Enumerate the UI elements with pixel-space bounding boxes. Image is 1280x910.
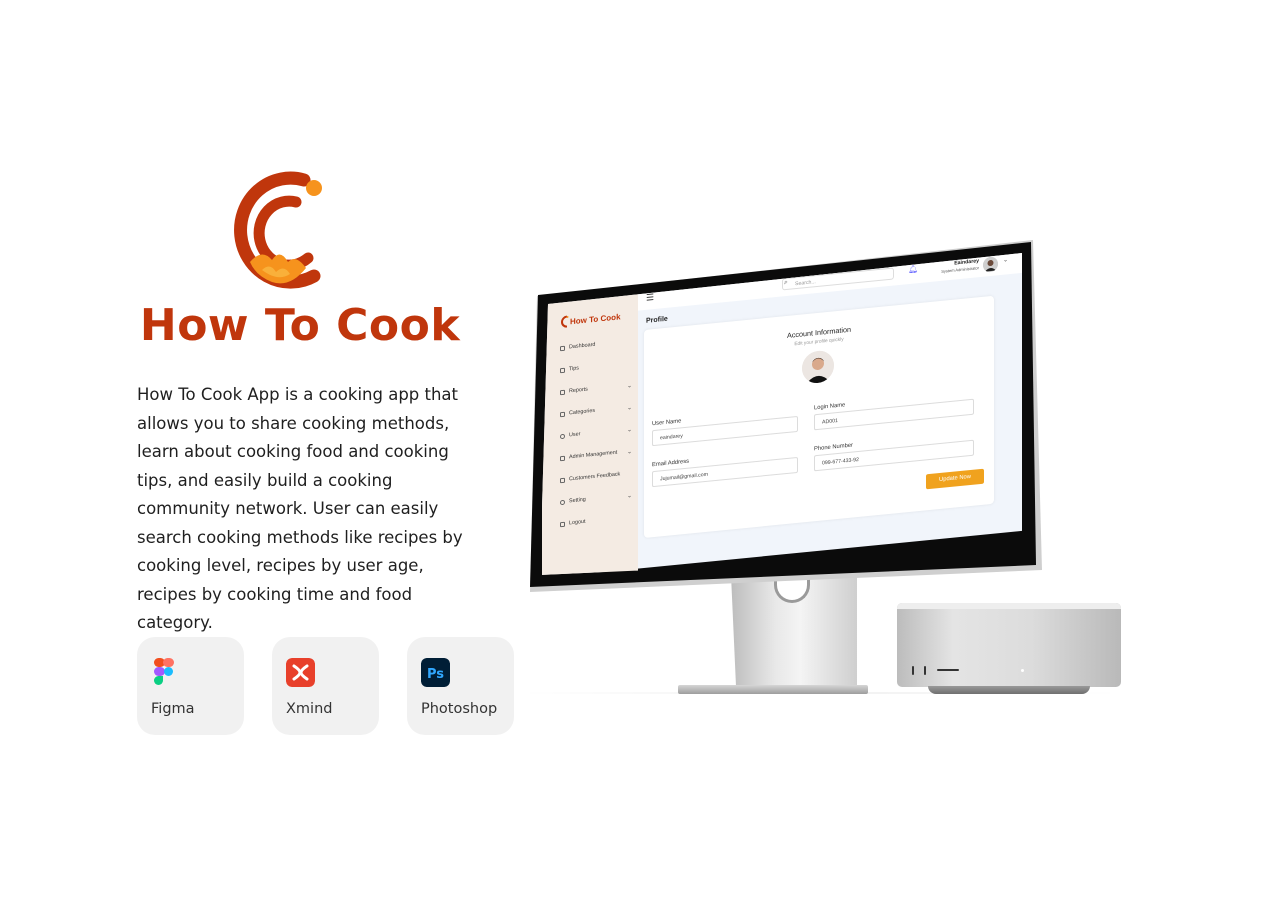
tool-card-figma: Figma — [137, 637, 244, 735]
setting-icon — [560, 499, 565, 505]
update-now-button[interactable]: Update Now — [926, 468, 984, 490]
sidebar-item-label: Tips — [569, 365, 579, 373]
user-name-label: User Name — [652, 418, 682, 428]
login-name-label: Login Name — [814, 402, 846, 412]
chevron-down-icon: ⌄ — [626, 382, 632, 390]
chevron-down-icon: ⌄ — [626, 404, 632, 412]
photoshop-icon: Ps — [421, 658, 450, 687]
bell-icon[interactable]: 🔔︎ — [908, 264, 918, 274]
profile-avatar[interactable] — [802, 349, 834, 385]
tips-icon — [560, 367, 565, 373]
admin-icon — [560, 455, 565, 461]
app-description: How To Cook App is a cooking app that al… — [137, 385, 463, 632]
mac-studio — [897, 603, 1121, 687]
tool-label: Photoshop — [421, 701, 498, 717]
chevron-down-icon: ⌄ — [626, 426, 632, 434]
tool-card-xmind: Xmind — [272, 637, 379, 735]
usb-port — [924, 666, 926, 675]
tool-card-photoshop: Ps Photoshop — [407, 637, 514, 735]
tool-label: Xmind — [286, 701, 333, 717]
mac-studio-base — [928, 686, 1090, 694]
logout-icon — [560, 521, 565, 527]
mac-studio-top — [897, 603, 1121, 609]
sidebar — [542, 288, 638, 575]
phone-label: Phone Number — [814, 442, 853, 453]
tools-list: Figma Xmind Ps Photoshop — [137, 637, 514, 735]
user-icon — [560, 433, 565, 439]
sidebar-item-label: User — [569, 431, 581, 439]
search-icon: ⌕ — [784, 278, 788, 287]
tool-label: Figma — [151, 701, 195, 717]
usb-port — [912, 666, 914, 675]
monitor-stand-foot — [678, 685, 868, 694]
menu-icon[interactable]: ☰ — [646, 292, 654, 304]
reports-icon — [560, 389, 565, 395]
figma-icon — [154, 658, 174, 685]
brand-title: How To Cook — [139, 300, 461, 351]
email-label: Email Address — [652, 458, 690, 469]
dashboard-icon — [560, 345, 565, 351]
admin-app: How To Cook Dashboard Tips Reports ⌄ Cat… — [542, 253, 1022, 575]
page-title: Profile — [646, 315, 668, 325]
chevron-down-icon: ⌄ — [626, 448, 632, 456]
how-to-cook-logo-icon — [234, 171, 322, 289]
chevron-down-icon: ⌄ — [626, 492, 632, 500]
xmind-icon — [286, 658, 315, 687]
sd-card-slot — [937, 669, 959, 671]
chevron-down-icon[interactable]: ⌄ — [1003, 256, 1008, 263]
svg-text:Ps: Ps — [427, 667, 444, 682]
account-card: Account Information Edit your profile qu… — [644, 295, 994, 538]
app-logo-icon — [561, 315, 569, 328]
power-led — [1021, 669, 1024, 672]
categories-icon — [560, 411, 565, 417]
feedback-icon — [560, 477, 565, 483]
